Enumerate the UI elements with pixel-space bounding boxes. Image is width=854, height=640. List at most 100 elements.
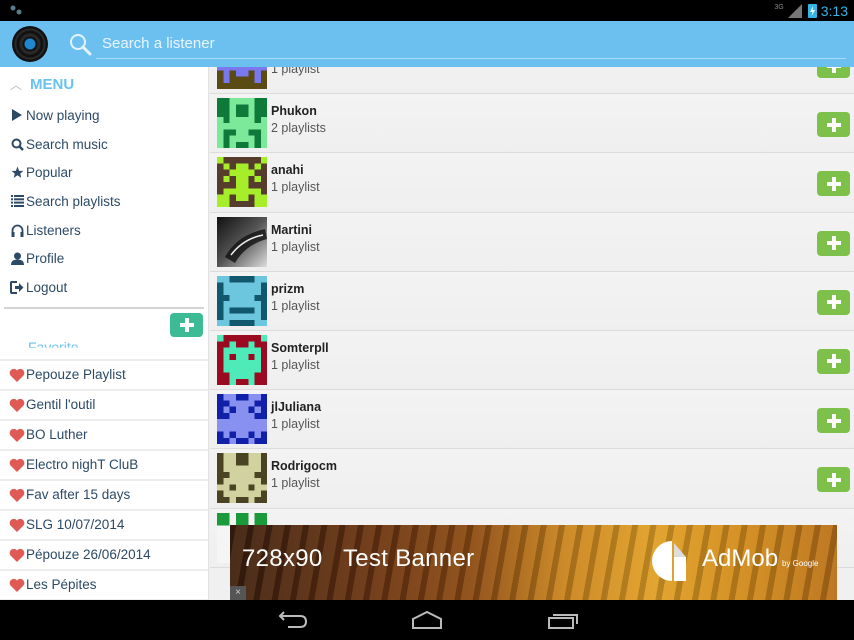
avatar	[217, 334, 267, 385]
ad-banner-text: 728x90 Test Banner	[242, 545, 475, 572]
add-listener-button[interactable]	[817, 289, 850, 315]
vinyl-record-icon[interactable]	[12, 26, 48, 62]
favorites-header: Favorite	[0, 309, 208, 361]
favorite-item[interactable]: Pepouze Playlist	[0, 361, 208, 391]
favorite-item[interactable]: SLG 10/07/2014	[0, 511, 208, 541]
avatar	[217, 394, 267, 445]
heart-icon	[9, 578, 25, 592]
ad-banner[interactable]: 728x90 Test Banner AdMob by Google ×	[230, 525, 837, 600]
favorite-item[interactable]: Fav after 15 days	[0, 481, 208, 511]
menu-item-label: Now playing	[26, 107, 100, 123]
favorite-item[interactable]: BO Luther	[0, 421, 208, 451]
search-icon	[70, 34, 92, 56]
search-input[interactable]	[96, 29, 846, 59]
listener-list[interactable]: 1 playlist Phukon 2 playlists anahi 1 playli…	[210, 67, 854, 600]
admob-by-google: by Google	[782, 559, 819, 568]
listener-name: prizm	[271, 281, 305, 296]
ad-close-button[interactable]: ×	[230, 586, 246, 600]
plus-icon	[826, 176, 841, 191]
heart-icon	[9, 458, 25, 472]
listener-row[interactable]: 1 playlist	[210, 67, 854, 95]
listener-row[interactable]: Phukon 2 playlists	[210, 94, 854, 154]
menu-item-label: Search music	[26, 136, 108, 152]
avatar	[217, 157, 267, 208]
recents-icon[interactable]	[543, 608, 583, 632]
home-icon[interactable]	[407, 608, 447, 632]
listener-name: Martini	[271, 222, 312, 237]
listener-name: jlJuliana	[271, 400, 322, 415]
menu-item-label: Popular	[26, 165, 73, 181]
listener-row[interactable]: Somterpll 1 playlist	[210, 330, 854, 391]
favorite-item[interactable]: Les Pépites	[0, 571, 208, 600]
favorite-item-label: Gentil l'outil	[26, 397, 96, 413]
menu-item-search-playlists[interactable]: Search playlists	[0, 187, 208, 216]
back-icon[interactable]	[274, 608, 314, 632]
menu-item-label: Logout	[26, 279, 68, 295]
menu-item-listeners[interactable]: Listeners	[0, 216, 208, 245]
listener-playlist-count: 1 playlist	[271, 417, 320, 432]
add-favorite-button[interactable]	[170, 312, 203, 337]
favorite-item-label: Les Pépites	[26, 577, 97, 593]
avatar	[217, 275, 267, 326]
favorite-item-label: Pépouze 26/06/2014	[26, 547, 151, 563]
avatar	[217, 453, 267, 504]
favorite-item[interactable]: Electro nighT CluB	[0, 451, 208, 481]
menu-item-label: Listeners	[26, 222, 81, 238]
status-bar: 3G 3:13	[0, 0, 854, 21]
favorite-item-label: SLG 10/07/2014	[26, 517, 125, 533]
sidebar: ︿ MENU Now playing Search music Popular …	[0, 67, 209, 600]
heart-icon	[9, 548, 25, 562]
add-listener-button[interactable]	[817, 67, 850, 78]
favorite-item-label: Electro nighT CluB	[26, 457, 139, 473]
plus-icon	[826, 354, 841, 369]
action-bar	[0, 21, 854, 67]
headphones-icon	[8, 223, 26, 237]
menu-item-logout[interactable]: Logout	[0, 273, 208, 302]
add-listener-button[interactable]	[817, 112, 850, 138]
heart-icon	[9, 368, 25, 382]
plus-icon	[826, 472, 841, 487]
avatar	[217, 216, 267, 267]
heart-icon	[9, 428, 25, 442]
favorites-label: Favorite	[28, 338, 79, 355]
add-listener-button[interactable]	[817, 230, 850, 256]
menu-item-label: Search playlists	[26, 193, 121, 209]
navigation-bar	[0, 600, 854, 640]
listener-name: Phukon	[271, 104, 317, 119]
favorite-item[interactable]: Pépouze 26/06/2014	[0, 541, 208, 571]
listener-playlist-count: 1 playlist	[271, 239, 320, 254]
heart-icon	[9, 518, 25, 532]
list-icon	[8, 194, 26, 208]
listener-playlist-count: 1 playlist	[271, 180, 320, 195]
add-listener-button[interactable]	[817, 348, 850, 374]
plus-icon	[826, 236, 841, 251]
menu-item-label: Profile	[26, 251, 65, 267]
listener-row[interactable]: prizm 1 playlist	[210, 271, 854, 331]
notification-icon	[10, 5, 22, 15]
battery-icon	[807, 4, 817, 18]
add-listener-button[interactable]	[817, 171, 850, 197]
listener-row[interactable]: jlJuliana 1 playlist	[210, 390, 854, 450]
listener-row[interactable]: Rodrigocm 1 playlist	[210, 449, 854, 509]
search-icon	[8, 137, 26, 151]
menu-item-now-playing[interactable]: Now playing	[0, 101, 208, 130]
chevron-up-icon: ︿	[10, 77, 23, 92]
menu-item-popular[interactable]: Popular	[0, 158, 208, 187]
star-icon	[8, 166, 26, 180]
listener-playlist-count: 1 playlist	[271, 298, 320, 313]
add-listener-button[interactable]	[817, 467, 850, 493]
listener-list-inner: 1 playlist Phukon 2 playlists anahi 1 playli…	[210, 67, 854, 568]
menu-item-profile[interactable]: Profile	[0, 244, 208, 273]
listener-row[interactable]: anahi 1 playlist	[210, 153, 854, 213]
clock: 3:13	[820, 3, 848, 19]
menu-item-search-music[interactable]: Search music	[0, 130, 208, 159]
listener-playlist-count: 1 playlist	[271, 357, 320, 372]
avatar	[217, 67, 267, 89]
favorite-item[interactable]: Gentil l'outil	[0, 391, 208, 421]
plus-icon	[179, 317, 194, 332]
listener-row[interactable]: Martini 1 playlist	[210, 212, 854, 272]
avatar	[217, 98, 267, 149]
admob-logo-icon	[652, 541, 686, 581]
menu-header[interactable]: ︿ MENU	[0, 67, 208, 101]
add-listener-button[interactable]	[817, 408, 850, 434]
